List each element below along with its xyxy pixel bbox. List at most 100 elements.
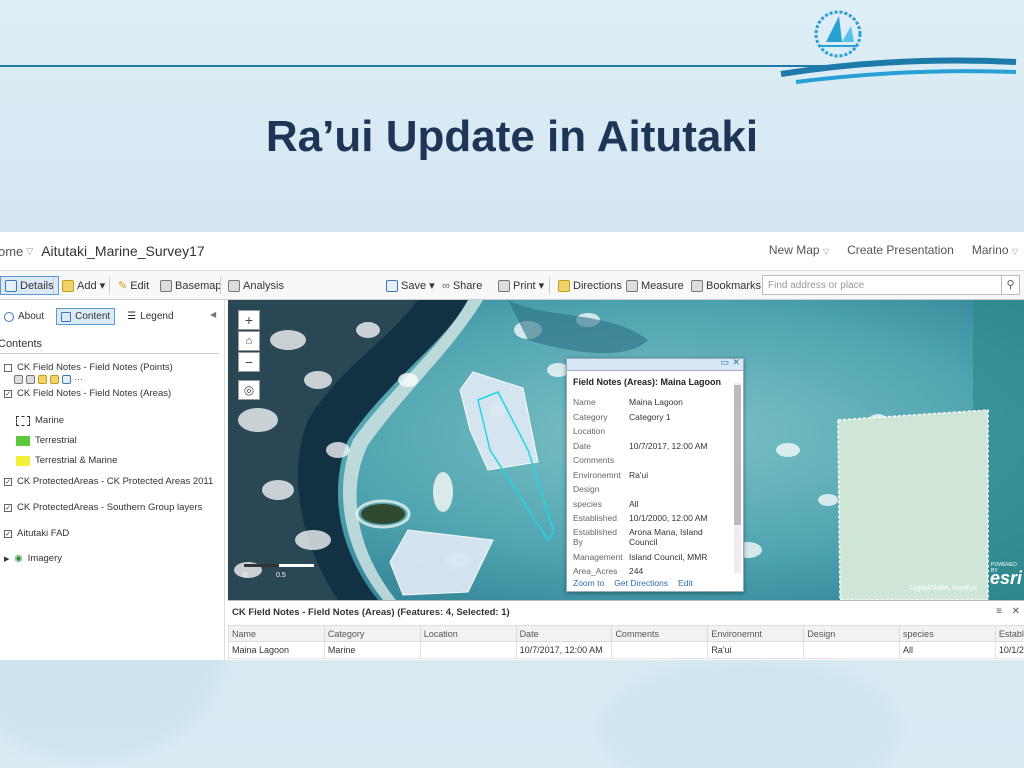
analysis-button[interactable]: Analysis — [224, 276, 288, 295]
popup-scroll-thumb[interactable] — [734, 385, 741, 525]
user-menu[interactable]: Marino ▽ — [972, 243, 1018, 257]
layer-checkbox[interactable] — [4, 363, 12, 372]
edit-button[interactable]: ✎ Edit — [114, 276, 153, 295]
column-header[interactable]: Design — [803, 625, 901, 642]
home-extent-button[interactable]: ⌂ — [238, 331, 260, 351]
analysis-icon[interactable] — [62, 374, 71, 384]
layer-item[interactable]: ✓ CK ProtectedAreas - Southern Group laye… — [4, 502, 202, 513]
layer-checkbox[interactable]: ✓ — [4, 389, 12, 398]
tab-about[interactable]: About — [0, 308, 48, 325]
layer-item[interactable]: ▶ ◉ Imagery — [4, 553, 62, 564]
new-map-menu[interactable]: New Map ▽ — [769, 243, 829, 257]
table-cell: Maina Lagoon — [228, 641, 325, 659]
basemap-button[interactable]: Basemap — [156, 276, 225, 295]
maximize-icon[interactable]: ▭ — [720, 357, 729, 368]
table-row[interactable]: Maina Lagoon Marine 10/7/2017, 12:00 AM … — [228, 641, 1024, 659]
column-header[interactable]: Comments — [611, 625, 709, 642]
terrestrial-swatch — [16, 435, 30, 446]
popup-field: Date 10/7/2017, 12:00 AM — [573, 441, 708, 451]
home-link[interactable]: ome — [0, 244, 23, 259]
table-cell: 10/7/2017, 12:00 AM — [515, 641, 613, 659]
details-icon — [5, 279, 17, 292]
directions-button[interactable]: Directions — [554, 276, 626, 295]
tab-legend[interactable]: ☰ Legend — [123, 308, 177, 325]
basemap-icon — [160, 279, 172, 292]
popup-field: Established By Arona Mana, Island Council — [573, 527, 703, 547]
bookmark-icon — [691, 279, 703, 292]
esri-logo: esri — [990, 568, 1023, 588]
save-icon — [386, 279, 398, 292]
filter-icon[interactable] — [50, 374, 59, 384]
popup-field: species All — [573, 499, 639, 509]
measure-button[interactable]: Measure — [622, 276, 688, 295]
layer-checkbox[interactable]: ✓ — [4, 503, 12, 512]
feature-popup: ▭ ✕ Field Notes (Areas): Maina Lagoon Na… — [566, 357, 744, 592]
print-button[interactable]: Print ▾ — [494, 276, 548, 295]
popup-field: Location — [573, 426, 606, 436]
map-toolbar: Details Add ▾ ✎ Edit Basemap Analysis Sav… — [0, 270, 1024, 300]
contents-heading: Contents — [0, 338, 43, 350]
column-header[interactable]: Location — [419, 625, 517, 642]
close-icon[interactable]: ✕ — [1012, 606, 1020, 617]
search-icon[interactable]: ⚲ — [1001, 276, 1019, 294]
layer-tools: ··· — [14, 374, 83, 384]
legend-item: Marine — [4, 415, 64, 426]
table-cell: All — [899, 641, 996, 659]
marine-swatch — [16, 415, 30, 426]
get-directions-link[interactable]: Get Directions — [614, 578, 668, 588]
table-icon[interactable] — [14, 374, 23, 384]
search-input[interactable]: Find address or place ⚲ — [762, 275, 1020, 295]
expand-icon[interactable]: ▶ — [4, 555, 9, 563]
save-button[interactable]: Save ▾ — [382, 276, 439, 295]
share-button[interactable]: ∞ Share — [438, 276, 486, 295]
legend-item: Terrestrial — [4, 435, 77, 446]
column-header[interactable]: species — [899, 625, 996, 642]
locate-button[interactable]: ◎ — [238, 380, 260, 400]
globe-icon: ◉ — [14, 553, 23, 564]
table-cell — [611, 641, 709, 659]
table-options-icon[interactable]: ≡ — [996, 606, 1002, 617]
pencil-icon: ✎ — [118, 280, 128, 292]
grid-icon[interactable] — [26, 374, 35, 384]
tab-content[interactable]: Content — [56, 308, 116, 325]
popup-field: Category Category 1 — [573, 412, 671, 422]
background-blob — [600, 660, 900, 768]
more-options-icon[interactable]: ··· — [74, 374, 83, 384]
layer-item[interactable]: CK Field Notes - Field Notes (Points) — [4, 362, 173, 373]
style-icon[interactable] — [38, 374, 47, 384]
map-view[interactable]: 0 0.5 + ⌂ − ◎ DigitalGlobe, GeoEye POWER… — [228, 300, 1024, 600]
column-header[interactable]: Establ — [994, 625, 1024, 642]
column-header[interactable]: Category — [323, 625, 421, 642]
zoom-to-link[interactable]: Zoom to — [573, 578, 604, 588]
table-header-row: Name Category Location Date Comments Env… — [228, 625, 1024, 642]
layer-item[interactable]: ✓ CK Field Notes - Field Notes (Areas) — [4, 388, 171, 399]
collapse-panel-icon[interactable]: ◀ — [210, 310, 216, 319]
edit-feature-link[interactable]: Edit — [678, 578, 693, 588]
attribution-text: DigitalGlobe, GeoEye — [910, 585, 978, 592]
layer-item[interactable]: ✓ Aitutaki FAD — [4, 528, 69, 539]
popup-field: Comments — [573, 455, 615, 465]
printer-icon — [498, 279, 510, 292]
layer-checkbox[interactable]: ✓ — [4, 477, 12, 486]
layer-item[interactable]: ✓ CK ProtectedAreas - CK Protected Areas … — [4, 476, 213, 487]
column-header[interactable]: Name — [228, 625, 325, 642]
content-icon — [61, 311, 72, 322]
create-presentation-link[interactable]: Create Presentation — [847, 243, 954, 257]
zoom-out-button[interactable]: − — [238, 352, 260, 372]
popup-field: Established 10/1/2000, 12:00 AM — [573, 513, 708, 523]
column-header[interactable]: Environemnt — [707, 625, 805, 642]
add-button[interactable]: Add ▾ — [58, 276, 109, 295]
scale-label-mid: 0.5 — [276, 572, 286, 579]
column-header[interactable]: Date — [515, 625, 613, 642]
attribute-table-title: CK Field Notes - Field Notes (Areas) (Fe… — [232, 607, 510, 618]
layer-checkbox[interactable]: ✓ — [4, 529, 12, 538]
zoom-in-button[interactable]: + — [238, 310, 260, 330]
table-cell: 10/1/2 — [994, 641, 1024, 659]
attribute-table: CK Field Notes - Field Notes (Areas) (Fe… — [228, 600, 1024, 660]
bookmarks-button[interactable]: Bookmarks — [687, 276, 765, 295]
popup-field: Area_Acres 244 — [573, 566, 644, 576]
close-icon[interactable]: ✕ — [732, 357, 740, 368]
details-button[interactable]: Details — [0, 276, 59, 295]
table-cell — [419, 641, 517, 659]
popup-field: Design — [573, 484, 600, 494]
